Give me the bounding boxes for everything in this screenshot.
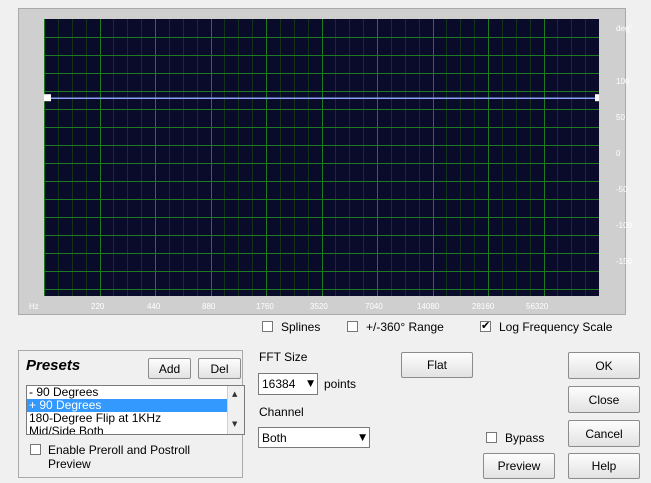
preset-item[interactable]: Mid/Side Both [27, 425, 244, 435]
bypass-label: Bypass [505, 431, 545, 445]
phase-plot-svg [44, 19, 602, 296]
channel-label: Channel [259, 405, 304, 419]
enable-preroll-label: Enable Preroll and Postroll [48, 443, 191, 457]
channel-select[interactable]: Both ▼ [258, 427, 370, 448]
curve-handle[interactable] [595, 94, 602, 102]
y-tick-label: -150 [616, 257, 633, 266]
y-tick-label: 50 [616, 113, 625, 122]
chevron-down-icon[interactable]: ▼ [359, 428, 366, 448]
log-frequency-scale-label: Log Frequency Scale [499, 320, 613, 334]
x-tick-label: 7040 [365, 302, 383, 311]
x-tick-label: 880 [202, 302, 216, 311]
curve-handle[interactable] [44, 94, 51, 102]
phase-plot-area[interactable] [44, 19, 602, 296]
delete-preset-button[interactable]: Del [198, 358, 241, 379]
y-tick-label: 100 [616, 77, 630, 86]
x-tick-label: 1760 [256, 302, 274, 311]
range-360-label: +/-360° Range [366, 320, 444, 334]
presets-scrollbar[interactable]: ▲ ▼ [227, 386, 244, 434]
ok-button[interactable]: OK [568, 352, 640, 379]
help-button[interactable]: Help [568, 453, 640, 479]
enable-preroll-checkbox[interactable] [30, 444, 41, 455]
x-tick-label: 28160 [472, 302, 495, 311]
scroll-up-icon[interactable]: ▲ [232, 390, 237, 398]
y-tick-label: -100 [616, 221, 633, 230]
enable-preroll-label-line2: Preview [48, 457, 91, 471]
preview-button[interactable]: Preview [483, 453, 555, 479]
close-button[interactable]: Close [568, 386, 640, 413]
bypass-checkbox[interactable] [486, 432, 497, 443]
fft-size-label: FFT Size [259, 350, 308, 364]
y-tick-label: -50 [616, 185, 628, 194]
range-360-checkbox[interactable] [347, 321, 358, 332]
add-preset-button[interactable]: Add [148, 358, 191, 379]
x-tick-label: 56320 [526, 302, 549, 311]
y-axis-unit-label: deg° [616, 24, 633, 33]
scroll-down-icon[interactable]: ▼ [232, 420, 237, 428]
channel-value: Both [262, 431, 287, 445]
splines-checkbox[interactable] [262, 321, 273, 332]
x-tick-label: 14080 [417, 302, 440, 311]
x-tick-label: 440 [147, 302, 161, 311]
splines-label: Splines [281, 320, 321, 334]
fft-size-select[interactable]: 16384 ▼ [258, 373, 318, 395]
cancel-button[interactable]: Cancel [568, 420, 640, 447]
presets-title: Presets [26, 357, 81, 374]
log-frequency-scale-checkbox[interactable] [480, 319, 491, 332]
presets-list[interactable]: - 90 Degrees + 90 Degrees 180-Degree Fli… [26, 385, 245, 435]
x-tick-label: 220 [91, 302, 105, 311]
x-tick-label: Hz [29, 302, 39, 311]
fft-size-value: 16384 [262, 377, 296, 391]
chevron-down-icon[interactable]: ▼ [307, 374, 314, 394]
fft-points-label: points [324, 377, 357, 391]
y-tick-label: 0 [616, 149, 621, 158]
x-tick-label: 3520 [310, 302, 328, 311]
flat-button[interactable]: Flat [401, 352, 473, 378]
phase-graph-panel: deg° 100 50 0 -50 -100 -150 Hz 220 440 8… [18, 8, 633, 315]
